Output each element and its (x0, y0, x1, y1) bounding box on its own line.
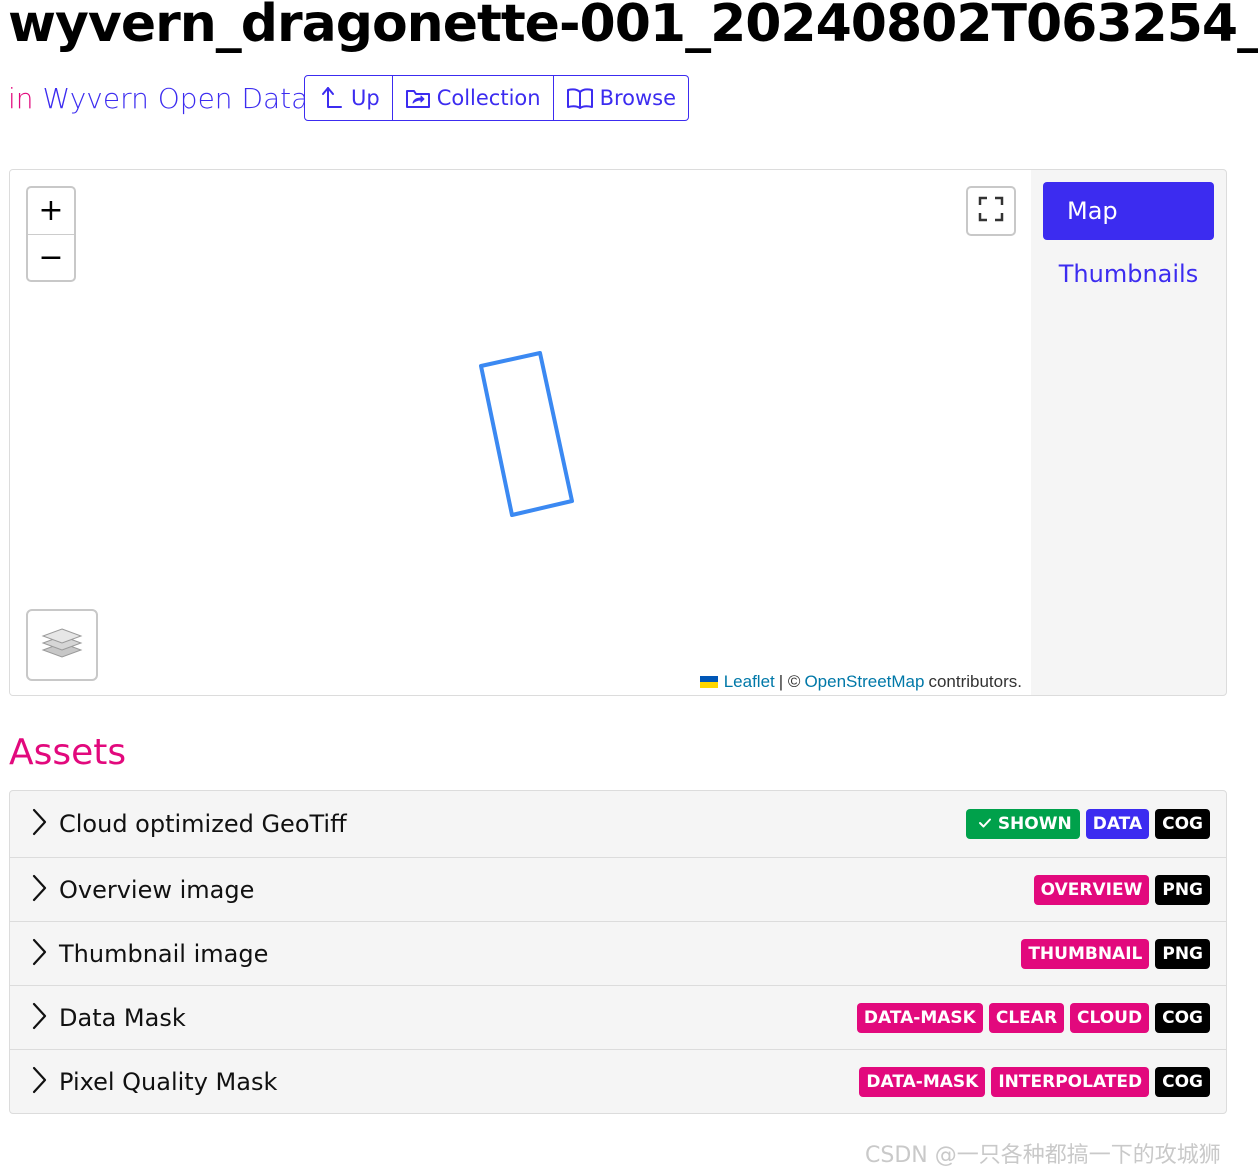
asset-badge-label: DATA (1092, 814, 1143, 834)
asset-badge-label: COG (1162, 814, 1203, 834)
asset-badges: DATA-MASK INTERPOLATED COG (859, 1066, 1210, 1097)
asset-row[interactable]: Cloud optimized GeoTiff SHOWN DATA COG (10, 791, 1226, 857)
map-view[interactable]: + − Leaflet | © OpenStreetMap contributo… (10, 170, 1031, 695)
fullscreen-button[interactable] (966, 186, 1016, 236)
asset-badge-label: PNG (1162, 879, 1203, 900)
asset-badge: PNG (1155, 874, 1210, 905)
map-attribution: Leaflet | © OpenStreetMap contributors. (697, 671, 1024, 693)
asset-badge-label: COG (1162, 1071, 1203, 1092)
collection-button[interactable]: Collection (392, 75, 554, 121)
collection-button-label: Collection (436, 86, 541, 110)
asset-row[interactable]: Data Mask DATA-MASK CLEAR CLOUD COG (10, 985, 1226, 1049)
attribution-separator: | © (778, 672, 801, 691)
asset-badges: THUMBNAIL PNG (1021, 938, 1210, 969)
up-arrow-icon (317, 84, 345, 112)
zoom-in-button[interactable]: + (28, 188, 74, 234)
asset-row[interactable]: Overview image OVERVIEW PNG (10, 857, 1226, 921)
layers-button[interactable] (26, 609, 98, 681)
chevron-right-icon (30, 873, 48, 907)
map-card: + − Leaflet | © OpenStreetMap contributo… (9, 169, 1227, 696)
catalog-link[interactable]: Wyvern Open Data (43, 82, 309, 115)
asset-badge-label: DATA-MASK (866, 1071, 979, 1092)
asset-badge-label: OVERVIEW (1040, 879, 1143, 900)
chevron-right-icon (30, 1001, 48, 1035)
chevron-right-icon (30, 807, 48, 841)
up-button[interactable]: Up (304, 75, 393, 121)
asset-badge: SHOWN (965, 809, 1080, 839)
asset-badge: COG (1155, 1002, 1210, 1033)
nav-button-group: Up Collection Browse (304, 75, 690, 121)
asset-badge-label: COG (1162, 1007, 1203, 1028)
tab-thumbnails[interactable]: Thumbnails (1043, 245, 1214, 303)
asset-badge-label: INTERPOLATED (998, 1071, 1143, 1092)
asset-badge-label: DATA-MASK (863, 1007, 976, 1028)
watermark: CSDN @一只各种都搞一下的攻城狮 (865, 1143, 1221, 1168)
asset-badges: DATA-MASK CLEAR CLOUD COG (856, 1002, 1210, 1033)
assets-list: Cloud optimized GeoTiff SHOWN DATA COG Overv… (9, 790, 1227, 1114)
in-label: in (8, 81, 34, 115)
check-icon (978, 814, 992, 834)
asset-badge-label: CLEAR (995, 1007, 1058, 1028)
asset-badge: COG (1155, 1066, 1210, 1097)
asset-row[interactable]: Pixel Quality Mask DATA-MASK INTERPOLATED C… (10, 1049, 1226, 1113)
asset-badge: DATA (1085, 809, 1150, 839)
leaflet-link[interactable]: Leaflet (724, 672, 775, 692)
asset-badge: DATA-MASK (856, 1002, 983, 1033)
asset-badges: SHOWN DATA COG (965, 809, 1210, 839)
open-book-icon (566, 86, 594, 110)
asset-badge: INTERPOLATED (991, 1066, 1150, 1097)
asset-badge: CLEAR (988, 1002, 1065, 1033)
asset-title: Data Mask (59, 1003, 186, 1032)
asset-title: Cloud optimized GeoTiff (59, 810, 347, 838)
zoom-out-button[interactable]: − (28, 234, 74, 280)
asset-badge-label: PNG (1162, 943, 1203, 964)
assets-heading: Assets (9, 732, 127, 773)
footprint-polygon (479, 351, 574, 517)
asset-badge-label: CLOUD (1077, 1007, 1143, 1028)
asset-row[interactable]: Thumbnail image THUMBNAIL PNG (10, 921, 1226, 985)
folder-share-icon (405, 86, 431, 110)
asset-badge: DATA-MASK (859, 1066, 986, 1097)
catalog-line: in Wyvern Open Data (8, 74, 308, 122)
asset-title: Thumbnail image (59, 939, 269, 968)
asset-badge-label: SHOWN (997, 814, 1072, 834)
browse-button[interactable]: Browse (553, 75, 690, 121)
asset-title: Pixel Quality Mask (59, 1067, 278, 1096)
chevron-right-icon (30, 1065, 48, 1099)
page-title: wyvern_dragonette-001_20240802T063254_fe… (8, 0, 1258, 54)
asset-badges: OVERVIEW PNG (1033, 874, 1210, 905)
tab-map[interactable]: Map (1043, 182, 1214, 240)
chevron-right-icon (30, 937, 48, 971)
openstreetmap-link[interactable]: OpenStreetMap (804, 672, 924, 692)
asset-badge-label: THUMBNAIL (1028, 943, 1143, 964)
asset-badge: PNG (1155, 938, 1210, 969)
asset-badge: CLOUD (1070, 1002, 1150, 1033)
asset-title: Overview image (59, 875, 255, 904)
zoom-control: + − (26, 186, 76, 282)
asset-badge: THUMBNAIL (1021, 938, 1150, 969)
attribution-suffix: contributors. (928, 672, 1022, 691)
fullscreen-icon (978, 196, 1004, 226)
item-footprint (479, 351, 574, 517)
ukraine-flag-icon (699, 676, 718, 688)
asset-badge: OVERVIEW (1033, 874, 1150, 905)
view-tabs: Map Thumbnails (1031, 170, 1226, 695)
asset-badge: COG (1155, 809, 1210, 839)
up-button-label: Up (351, 86, 380, 110)
browse-button-label: Browse (599, 86, 677, 110)
stac-item-page: wyvern_dragonette-001_20240802T063254_fe… (0, 0, 1258, 1174)
layers-icon (41, 623, 83, 667)
